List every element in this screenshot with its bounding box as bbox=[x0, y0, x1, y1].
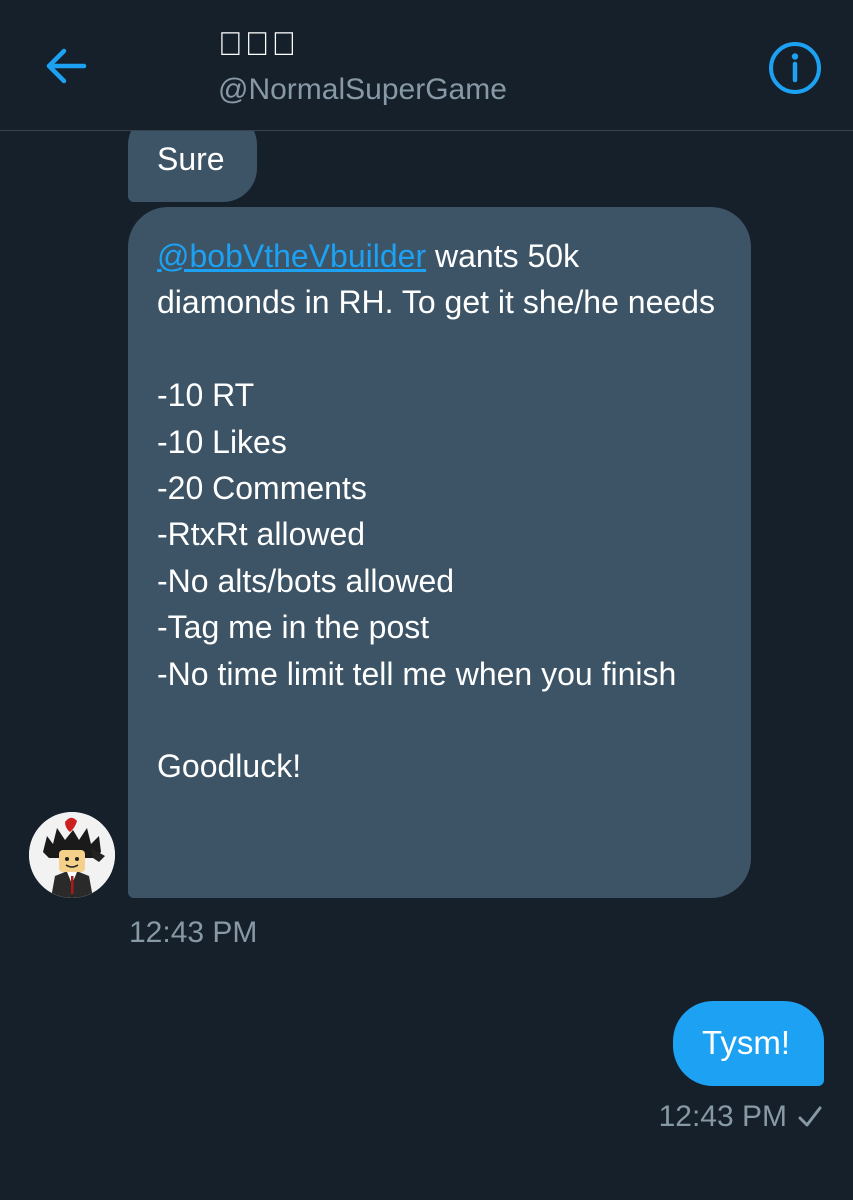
requirement-line: -10 RT bbox=[157, 377, 255, 414]
info-button[interactable] bbox=[768, 41, 822, 95]
avatar[interactable] bbox=[29, 812, 115, 898]
received-message-bubble[interactable]: @bobVtheVbuilder wants 50k diamonds in R… bbox=[128, 207, 751, 898]
sent-message-bubble[interactable]: Tysm! bbox=[673, 1001, 824, 1086]
requirement-line: -RtxRt allowed bbox=[157, 516, 366, 553]
message-text: Sure bbox=[157, 141, 225, 177]
requirement-line: -10 Likes bbox=[157, 423, 287, 460]
requirement-line: -No time limit tell me when you finish bbox=[157, 655, 677, 692]
message-timestamp: 12:43 PM bbox=[129, 916, 258, 949]
message-intro: @bobVtheVbuilder wants 50k diamonds in R… bbox=[157, 233, 723, 326]
sent-message-meta: 12:43 PM bbox=[659, 1097, 823, 1137]
received-message-bubble[interactable]: Sure bbox=[128, 131, 257, 202]
message-closing: Goodluck! bbox=[157, 748, 302, 785]
avatar-image bbox=[29, 812, 115, 898]
checkmark-icon bbox=[798, 1106, 822, 1127]
conversation-title-block[interactable]: 􀀀􀀀􀀀 @NormalSuperGame bbox=[218, 22, 507, 112]
requirement-line: -Tag me in the post bbox=[157, 609, 430, 646]
conversation-header: 􀀀􀀀􀀀 @NormalSuperGame bbox=[0, 0, 853, 131]
message-list[interactable]: Sure @bobVtheVbuilder wants 50k diamonds… bbox=[0, 131, 853, 1200]
mention-link[interactable]: @bobVtheVbuilder bbox=[157, 238, 426, 274]
requirement-line: -No alts/bots allowed bbox=[157, 562, 455, 599]
message-text: Tysm! bbox=[702, 1024, 790, 1061]
requirement-line: -20 Comments bbox=[157, 470, 367, 507]
back-button[interactable] bbox=[40, 40, 92, 92]
info-circle-icon bbox=[769, 42, 821, 94]
arrow-left-icon bbox=[46, 48, 87, 84]
message-timestamp: 12:43 PM bbox=[658, 1100, 787, 1133]
conversation-handle: @NormalSuperGame bbox=[218, 73, 507, 106]
conversation-title: 􀀀􀀀􀀀 bbox=[218, 25, 299, 62]
